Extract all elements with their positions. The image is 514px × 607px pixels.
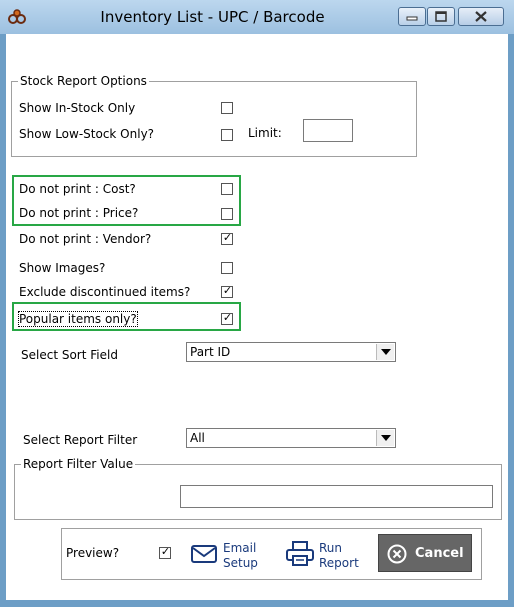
price-label: Do not print : Price? xyxy=(19,206,139,220)
preview-check-mark: ✓ xyxy=(160,545,171,558)
low-stock-checkbox[interactable] xyxy=(221,129,233,141)
report-filter-value: All xyxy=(190,431,205,445)
sort-field-value: Part ID xyxy=(190,345,231,359)
in-stock-label: Show In-Stock Only xyxy=(19,101,136,115)
title-bar[interactable]: Inventory List - UPC / Barcode xyxy=(0,0,514,34)
cancel-x-icon xyxy=(387,544,407,564)
run-report-button[interactable]: Run Report xyxy=(283,538,363,574)
popular-checkbox[interactable]: ✓ xyxy=(221,311,233,325)
limit-label: Limit: xyxy=(248,126,282,140)
cancel-button[interactable]: Cancel xyxy=(378,534,472,572)
filter-value-input[interactable] xyxy=(180,485,493,508)
stock-options-legend: Stock Report Options xyxy=(18,74,149,88)
printer-icon xyxy=(286,541,314,566)
images-checkbox[interactable] xyxy=(221,262,233,274)
sort-dropdown-icon[interactable] xyxy=(376,344,394,360)
maximize-icon xyxy=(435,11,447,22)
limit-input[interactable] xyxy=(303,119,353,142)
sort-field-label: Select Sort Field xyxy=(21,348,118,362)
close-button[interactable] xyxy=(458,7,504,26)
email-line1: Email xyxy=(223,541,257,555)
filter-value-legend: Report Filter Value xyxy=(21,457,136,471)
envelope-icon xyxy=(191,545,217,563)
dialog-body: Stock Report Options Show In-Stock Only … xyxy=(6,34,508,600)
discontinued-check-mark: ✓ xyxy=(222,284,233,297)
maximize-button[interactable] xyxy=(427,7,455,26)
sort-field-select[interactable]: Part ID xyxy=(186,342,396,362)
cost-label: Do not print : Cost? xyxy=(19,182,136,196)
window-title: Inventory List - UPC / Barcode xyxy=(100,8,325,26)
discontinued-checkbox[interactable]: ✓ xyxy=(221,284,233,298)
price-checkbox[interactable] xyxy=(221,208,233,220)
vendor-label: Do not print : Vendor? xyxy=(19,232,152,246)
preview-checkbox[interactable]: ✓ xyxy=(159,545,171,559)
close-icon xyxy=(475,11,487,22)
preview-label: Preview? xyxy=(66,546,120,560)
report-filter-select[interactable]: All xyxy=(186,428,396,448)
cost-checkbox[interactable] xyxy=(221,183,233,195)
cancel-label: Cancel xyxy=(415,546,464,561)
popular-label: Popular items only? xyxy=(18,311,138,327)
minimize-icon xyxy=(406,16,418,21)
email-line2: Setup xyxy=(223,556,258,570)
run-line1: Run xyxy=(319,541,343,555)
email-setup-button[interactable]: Email Setup xyxy=(188,538,268,574)
filter-dropdown-icon[interactable] xyxy=(376,430,394,446)
window-frame: Inventory List - UPC / Barcode Stock Rep… xyxy=(0,0,514,607)
vendor-check-mark: ✓ xyxy=(222,231,233,244)
discontinued-label: Exclude discontinued items? xyxy=(19,285,191,299)
in-stock-checkbox[interactable] xyxy=(221,102,233,114)
stock-options-group: Stock Report Options xyxy=(11,74,417,157)
report-filter-label: Select Report Filter xyxy=(23,433,138,447)
popular-check-mark: ✓ xyxy=(222,311,233,324)
low-stock-label: Show Low-Stock Only? xyxy=(19,127,155,141)
run-line2: Report xyxy=(319,556,359,570)
minimize-button[interactable] xyxy=(398,7,426,26)
images-label: Show Images? xyxy=(19,261,106,275)
vendor-checkbox[interactable]: ✓ xyxy=(221,231,233,245)
